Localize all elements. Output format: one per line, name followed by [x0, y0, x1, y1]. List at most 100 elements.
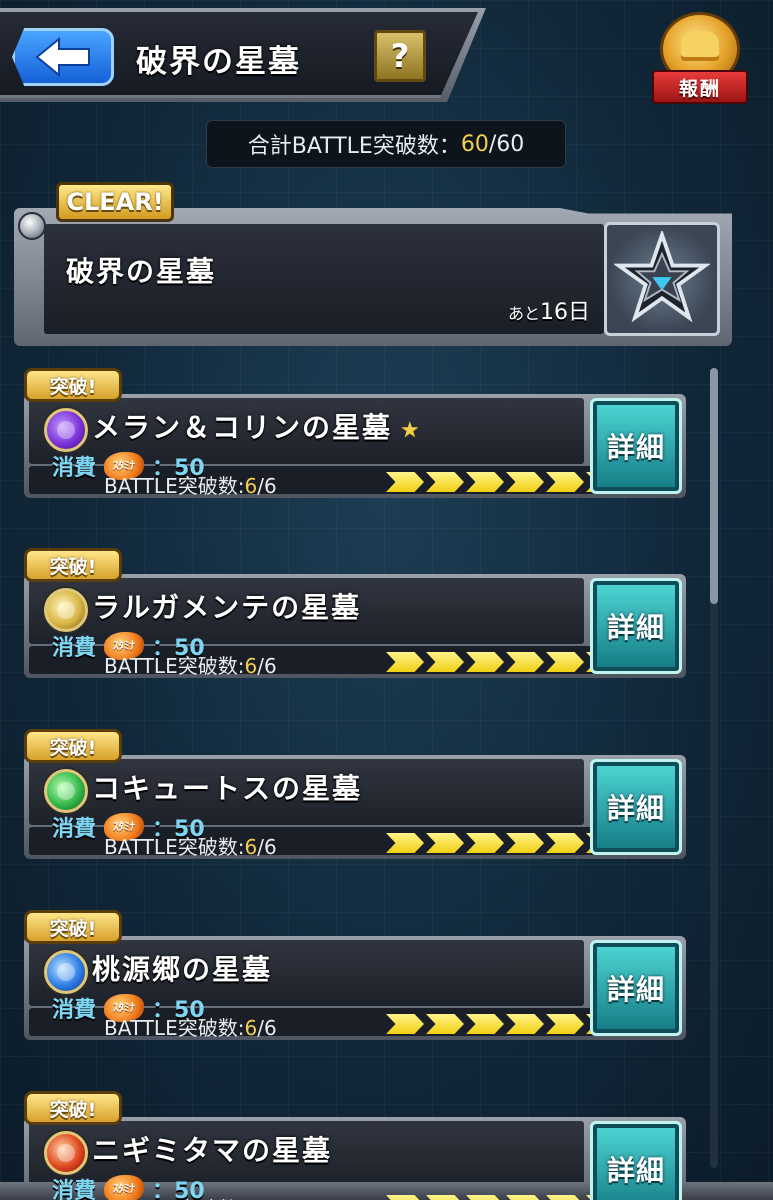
battle-max: 6 [263, 654, 277, 678]
help-button[interactable]: ? [374, 30, 426, 82]
quest-name: メラン＆コリンの星墓 ★ [92, 406, 422, 446]
battle-current: 6 [244, 474, 258, 498]
main-card-inner: 破界の星墓 あと16日 [44, 224, 604, 334]
battle-max: 6 [263, 1016, 277, 1040]
element-icon [44, 1131, 88, 1175]
element-icon [44, 588, 88, 632]
detail-button[interactable]: 詳細 [590, 398, 682, 494]
detail-button[interactable]: 詳細 [590, 578, 682, 674]
page-title: 破界の星墓 [136, 44, 301, 80]
quest-name: 桃源郷の星墓 [92, 948, 280, 988]
progress-chevron [386, 652, 424, 672]
cost-label: 消費 [52, 1179, 97, 1200]
battle-sep: / [257, 474, 264, 498]
remain-prefix: あと [507, 304, 540, 323]
breakthrough-badge: 突破! [24, 368, 122, 402]
battle-count: BATTLE突破数:6/6 [104, 470, 277, 499]
battle-count: BATTLE突破数:6/6 [104, 831, 277, 860]
star-icon: ★ [400, 418, 422, 443]
battle-current: 6 [244, 835, 258, 859]
progress-chevron [506, 1195, 544, 1200]
quest-name-text: ラルガメンテの星墓 [92, 591, 362, 624]
quest-list-item[interactable]: 突破! ラルガメンテの星墓 消費 ｽﾀﾐﾅ ：50 BATTLE突破数:6/6 … [24, 548, 686, 686]
quest-name: ラルガメンテの星墓 [92, 586, 369, 626]
pin-icon [18, 212, 46, 240]
total-max: 60 [496, 131, 525, 157]
progress-chevron [546, 1014, 584, 1034]
progress-chevron [546, 833, 584, 853]
battle-current: 6 [244, 1016, 258, 1040]
battle-count: BATTLE突破数:6/6 [104, 1193, 277, 1200]
progress-chevron [466, 472, 504, 492]
remain-value: 16日 [540, 300, 590, 325]
back-button[interactable] [12, 28, 114, 86]
progress-chevron [546, 652, 584, 672]
element-icon [44, 408, 88, 452]
battle-count: BATTLE突破数:6/6 [104, 1012, 277, 1041]
main-card-title: 破界の星墓 [66, 255, 217, 288]
star-emblem-icon [604, 222, 720, 336]
battle-label: BATTLE突破数: [104, 835, 245, 859]
total-battle-counter: 合計BATTLE突破数： 60 / 60 [206, 120, 566, 168]
progress-chevron [386, 1195, 424, 1200]
header: 破界の星墓 ? [0, 0, 490, 102]
progress-chevron [426, 472, 464, 492]
battle-label: BATTLE突破数: [104, 1016, 245, 1040]
battle-sep: / [257, 654, 264, 678]
progress-chevron [506, 1014, 544, 1034]
detail-button[interactable]: 詳細 [590, 940, 682, 1036]
battle-max: 6 [263, 835, 277, 859]
battle-max: 6 [263, 474, 277, 498]
progress-chevron [506, 472, 544, 492]
reward-button[interactable]: 報酬 [648, 8, 752, 108]
battle-label: BATTLE突破数: [104, 654, 245, 678]
progress-chevron [426, 1195, 464, 1200]
breakthrough-badge: 突破! [24, 548, 122, 582]
quest-name-text: 桃源郷の星墓 [92, 953, 273, 986]
total-label: 合計BATTLE突破数： [247, 134, 461, 159]
quest-name-text: コキュートスの星墓 [92, 772, 363, 805]
breakthrough-badge: 突破! [24, 910, 122, 944]
progress-chevron [386, 472, 424, 492]
detail-button[interactable]: 詳細 [590, 1121, 682, 1200]
battle-label: BATTLE突破数: [104, 474, 245, 498]
total-sep: / [488, 131, 497, 157]
quest-name: ニギミタマの星墓 [92, 1129, 340, 1169]
cost-label: 消費 [52, 456, 97, 481]
progress-chevron [466, 652, 504, 672]
progress-chevron [546, 472, 584, 492]
quest-list-item[interactable]: 突破! コキュートスの星墓 消費 ｽﾀﾐﾅ ：50 BATTLE突破数:6/6 … [24, 729, 686, 867]
scroll-thumb[interactable] [710, 368, 718, 604]
breakthrough-badge: 突破! [24, 1091, 122, 1125]
quest-name-text: メラン＆コリンの星墓 [92, 411, 393, 444]
cost-label: 消費 [52, 636, 97, 661]
progress-chevron [386, 833, 424, 853]
progress-chevron [426, 652, 464, 672]
battle-current: 6 [244, 654, 258, 678]
progress-chevron [466, 1014, 504, 1034]
progress-chevron [506, 833, 544, 853]
progress-chevron [546, 1195, 584, 1200]
clear-badge: CLEAR! [56, 182, 174, 222]
progress-chevron [466, 1195, 504, 1200]
element-icon [44, 950, 88, 994]
cost-label: 消費 [52, 817, 97, 842]
quest-list-item[interactable]: 突破! 桃源郷の星墓 消費 ｽﾀﾐﾅ ：50 BATTLE突破数:6/6 詳細 [24, 910, 686, 1048]
progress-chevron [426, 1014, 464, 1034]
battle-count: BATTLE突破数:6/6 [104, 650, 277, 679]
battle-sep: / [257, 1016, 264, 1040]
total-current: 60 [460, 131, 489, 157]
scrollbar[interactable] [710, 368, 718, 1168]
quest-list-item[interactable]: 突破! メラン＆コリンの星墓 ★ 消費 ｽﾀﾐﾅ ：50 BATTLE突破数:6/… [24, 368, 686, 506]
remaining-days: あと16日 [508, 294, 590, 326]
help-icon: ? [390, 37, 410, 75]
breakthrough-badge: 突破! [24, 729, 122, 763]
quest-name: コキュートスの星墓 [92, 767, 370, 807]
progress-chevron [466, 833, 504, 853]
detail-button[interactable]: 詳細 [590, 759, 682, 855]
progress-chevron [506, 652, 544, 672]
back-arrow-icon [35, 37, 90, 77]
progress-chevron [386, 1014, 424, 1034]
reward-label: 報酬 [652, 70, 748, 104]
battle-sep: / [257, 835, 264, 859]
